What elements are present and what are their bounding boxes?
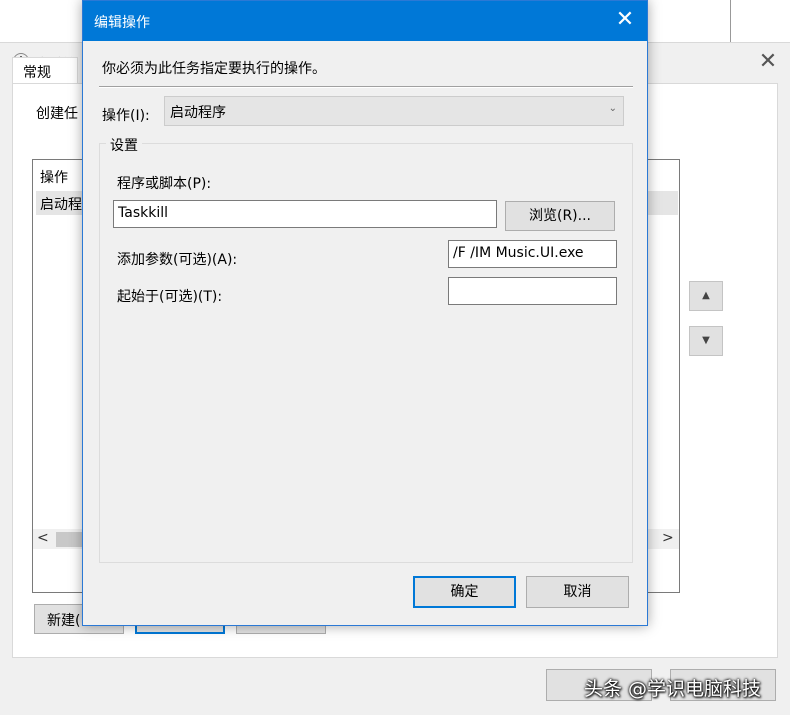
browse-button[interactable]: 浏览(R)... [505,201,615,231]
program-input[interactable]: Taskkill [113,200,497,228]
scroll-right-icon[interactable]: > [662,530,674,546]
tab-general[interactable]: 常规 [12,57,78,83]
watermark: 头条 @学识电脑科技 [584,678,762,700]
action-select-value: 启动程序 [170,105,226,121]
start-in-input[interactable] [448,277,617,305]
background-description: 创建任 [36,106,78,122]
move-down-button[interactable]: ▼ [689,326,723,356]
divider [730,0,731,42]
close-icon[interactable]: ✕ [613,9,637,33]
move-up-button[interactable]: ▲ [689,281,723,311]
program-label: 程序或脚本(P): [117,176,212,192]
list-item-label: 启动程 [40,197,82,213]
action-label: 操作(I): [102,108,150,124]
background-close-icon[interactable]: ✕ [756,51,780,75]
cancel-button[interactable]: 取消 [526,576,629,608]
instruction-text: 你必须为此任务指定要执行的操作。 [102,61,326,77]
chevron-down-icon: ⌄ [608,103,617,114]
settings-group-title: 设置 [106,135,142,155]
arguments-label: 添加参数(可选)(A): [117,252,238,268]
action-select[interactable]: 启动程序 ⌄ [164,96,624,126]
divider [99,86,633,88]
dialog-title: 编辑操作 [94,15,150,31]
start-in-label: 起始于(可选)(T): [117,289,223,305]
dialog-titlebar[interactable]: 编辑操作 ✕ [83,1,647,41]
list-header-action[interactable]: 操作 [40,167,68,187]
edit-action-dialog: 编辑操作 ✕ 你必须为此任务指定要执行的操作。 操作(I): 启动程序 ⌄ 设置… [82,0,648,626]
ok-button[interactable]: 确定 [413,576,516,608]
scroll-left-icon[interactable]: < [37,530,49,546]
arguments-input[interactable]: /F /IM Music.UI.exe [448,240,617,268]
